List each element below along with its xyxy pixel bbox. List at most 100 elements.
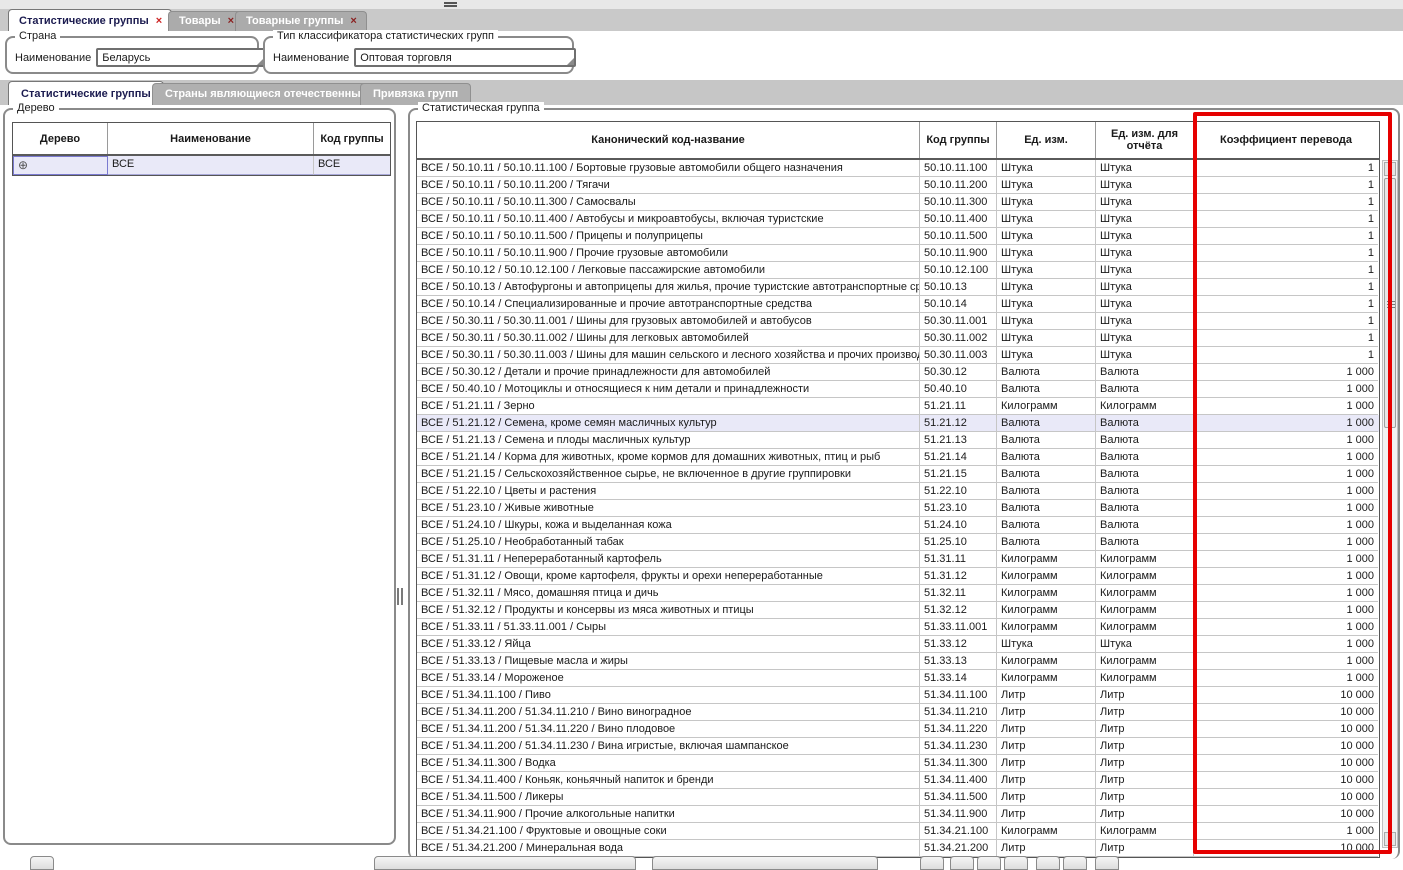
group-table-row[interactable]: ВСЕ / 51.21.12 / Семена, кроме семян мас…	[417, 415, 1379, 432]
group-cell-unit-report: Штука	[1096, 636, 1194, 653]
pager-page-button[interactable]	[977, 856, 1001, 870]
group-col-header-unit[interactable]: Ед. изм.	[997, 122, 1096, 158]
tab-goods[interactable]: Товары×	[168, 11, 244, 31]
group-cell-unit: Штука	[997, 228, 1096, 245]
group-table-row[interactable]: ВСЕ / 51.22.10 / Цветы и растения51.22.1…	[417, 483, 1379, 500]
group-table-row[interactable]: ВСЕ / 51.34.11.300 / Водка51.34.11.300Ли…	[417, 755, 1379, 772]
group-cell-coeff: 1 000	[1194, 534, 1378, 551]
tab-close-icon[interactable]: ×	[156, 15, 162, 27]
scroll-down-icon[interactable]: ▼	[1384, 832, 1396, 846]
tab-close-icon[interactable]: ×	[350, 15, 356, 27]
tree-action-button[interactable]	[652, 856, 878, 870]
group-table-row[interactable]: ВСЕ / 51.34.11.900 / Прочие алкогольные …	[417, 806, 1379, 823]
pager-next-button[interactable]	[1004, 856, 1028, 870]
subtab-domestic-countries[interactable]: Страны являющиеся отечественными	[152, 83, 389, 105]
group-table-row[interactable]: ВСЕ / 50.10.11 / 50.10.11.100 / Бортовые…	[417, 160, 1379, 177]
group-table-row[interactable]: ВСЕ / 50.30.11 / 50.30.11.003 / Шины для…	[417, 347, 1379, 364]
group-table-row[interactable]: ВСЕ / 50.10.11 / 50.10.11.200 / Тягачи50…	[417, 177, 1379, 194]
expand-node-icon[interactable]: ⊕	[18, 158, 28, 172]
group-table-row[interactable]: ВСЕ / 50.10.13 / Автофургоны и автоприце…	[417, 279, 1379, 296]
subtab-label: Привязка групп	[373, 88, 458, 100]
group-table-row[interactable]: ВСЕ / 50.10.12 / 50.10.12.100 / Легковые…	[417, 262, 1379, 279]
group-table-row[interactable]: ВСЕ / 50.10.11 / 50.10.11.300 / Самосвал…	[417, 194, 1379, 211]
group-cell-code: 51.34.21.200	[920, 840, 997, 857]
panel-splitter-handle[interactable]	[397, 588, 405, 605]
scrollbar-thumb[interactable]	[1384, 178, 1396, 428]
tree-col-header[interactable]: Код группы	[314, 123, 390, 154]
tree-col-header[interactable]: Наименование	[108, 123, 314, 154]
country-name-input[interactable]: Беларусь	[96, 48, 266, 67]
group-cell-unit-report: Штука	[1096, 160, 1194, 177]
group-table-row[interactable]: ВСЕ / 51.31.11 / Непереработанный картоф…	[417, 551, 1379, 568]
pager-prev-button[interactable]	[950, 856, 974, 870]
group-col-header-unit-report[interactable]: Ед. изм. для отчёта	[1096, 122, 1194, 158]
group-cell-coeff: 10 000	[1194, 772, 1378, 789]
group-table-row[interactable]: ВСЕ / 50.10.11 / 50.10.11.400 / Автобусы…	[417, 211, 1379, 228]
group-cell-code: 50.30.11.001	[920, 313, 997, 330]
tree-row[interactable]: ⊕ ВСЕ ВСЕ	[13, 156, 390, 175]
group-table-row[interactable]: ВСЕ / 51.34.21.100 / Фруктовые и овощные…	[417, 823, 1379, 840]
group-cell-unit-report: Килограмм	[1096, 602, 1194, 619]
group-table-row[interactable]: ВСЕ / 51.33.11 / 51.33.11.001 / Сыры51.3…	[417, 619, 1379, 636]
group-table-row[interactable]: ВСЕ / 51.24.10 / Шкуры, кожа и выделанна…	[417, 517, 1379, 534]
pager-first-button[interactable]	[920, 856, 944, 870]
group-table-row[interactable]: ВСЕ / 51.33.13 / Пищевые масла и жиры51.…	[417, 653, 1379, 670]
tab-label: Товарные группы	[246, 15, 343, 27]
group-col-header-name[interactable]: Канонический код-название	[417, 122, 920, 158]
group-table-row[interactable]: ВСЕ / 51.34.11.100 / Пиво51.34.11.100Лит…	[417, 687, 1379, 704]
classifier-name-input[interactable]: Оптовая торговля	[354, 48, 576, 67]
subtab-label: Страны являющиеся отечественными	[165, 88, 376, 100]
group-table-row[interactable]: ВСЕ / 50.40.10 / Мотоциклы и относящиеся…	[417, 381, 1379, 398]
group-table-row[interactable]: ВСЕ / 51.34.11.200 / 51.34.11.230 / Вина…	[417, 738, 1379, 755]
group-table-row[interactable]: ВСЕ / 50.30.11 / 50.30.11.002 / Шины для…	[417, 330, 1379, 347]
group-cell-coeff: 1 000	[1194, 823, 1378, 840]
pager-refresh-button[interactable]	[1063, 856, 1087, 870]
tree-col-header[interactable]: Дерево	[13, 123, 108, 154]
group-table-row[interactable]: ВСЕ / 50.30.11 / 50.30.11.001 / Шины для…	[417, 313, 1379, 330]
group-table-row[interactable]: ВСЕ / 51.32.12 / Продукты и консервы из …	[417, 602, 1379, 619]
group-table-row[interactable]: ВСЕ / 51.21.15 / Сельскохозяйственное сы…	[417, 466, 1379, 483]
tab-goods-groups[interactable]: Товарные группы ×	[235, 11, 367, 31]
group-table-row[interactable]: ВСЕ / 51.25.10 / Необработанный табак51.…	[417, 534, 1379, 551]
group-table-row[interactable]: ВСЕ / 50.10.11 / 50.10.11.900 / Прочие г…	[417, 245, 1379, 262]
tab-close-icon[interactable]: ×	[228, 15, 234, 27]
group-cell-coeff: 1 000	[1194, 415, 1378, 432]
group-cell-coeff: 10 000	[1194, 755, 1378, 772]
group-table-row[interactable]: ВСЕ / 51.33.14 / Мороженое51.33.14Килогр…	[417, 670, 1379, 687]
group-cell-code: 51.25.10	[920, 534, 997, 551]
group-cell-unit-report: Килограмм	[1096, 823, 1194, 840]
pager-button[interactable]	[1095, 856, 1119, 870]
group-table-row[interactable]: ВСЕ / 51.31.12 / Овощи, кроме картофеля,…	[417, 568, 1379, 585]
group-cell-unit-report: Валюта	[1096, 517, 1194, 534]
group-table-row[interactable]: ВСЕ / 51.34.11.200 / 51.34.11.210 / Вино…	[417, 704, 1379, 721]
group-table-row[interactable]: ВСЕ / 51.33.12 / Яйца51.33.12ШтукаШтука1…	[417, 636, 1379, 653]
tab-statistical-groups[interactable]: Статистические группы×	[8, 9, 172, 31]
group-table-row[interactable]: ВСЕ / 51.34.11.200 / 51.34.11.220 / Вино…	[417, 721, 1379, 738]
group-cell-unit: Валюта	[997, 483, 1096, 500]
tree-toolbar-button[interactable]	[30, 856, 54, 870]
group-table-row[interactable]: ВСЕ / 51.34.11.400 / Коньяк, коньячный н…	[417, 772, 1379, 789]
pager-last-button[interactable]	[1036, 856, 1060, 870]
group-cell-coeff: 1	[1194, 211, 1378, 228]
group-table-row[interactable]: ВСЕ / 51.21.14 / Корма для животных, кро…	[417, 449, 1379, 466]
scroll-up-icon[interactable]: ▲	[1384, 162, 1396, 176]
group-table-row[interactable]: ВСЕ / 51.32.11 / Мясо, домашняя птица и …	[417, 585, 1379, 602]
group-table-row[interactable]: ВСЕ / 51.21.11 / Зерно51.21.11КилограммК…	[417, 398, 1379, 415]
group-table-scrollbar[interactable]: ▲ ▼	[1382, 160, 1398, 848]
group-cell-unit-report: Штука	[1096, 347, 1194, 364]
group-table-row[interactable]: ВСЕ / 51.23.10 / Живые животные51.23.10В…	[417, 500, 1379, 517]
collapse-grip-icon[interactable]	[444, 2, 457, 7]
combo-corner-icon	[567, 58, 574, 65]
group-cell-unit: Штука	[997, 296, 1096, 313]
group-table-row[interactable]: ВСЕ / 50.10.14 / Специализированные и пр…	[417, 296, 1379, 313]
group-table-row[interactable]: ВСЕ / 51.34.11.500 / Ликеры51.34.11.500Л…	[417, 789, 1379, 806]
group-table-row[interactable]: ВСЕ / 50.10.11 / 50.10.11.500 / Прицепы …	[417, 228, 1379, 245]
group-col-header-code[interactable]: Код группы	[920, 122, 997, 158]
tree-action-button[interactable]	[374, 856, 636, 870]
main-tab-bar: Статистические группы× Товары× Товарные …	[0, 9, 1403, 31]
group-cell-unit-report: Килограмм	[1096, 568, 1194, 585]
group-table-row[interactable]: ВСЕ / 51.21.13 / Семена и плоды масличны…	[417, 432, 1379, 449]
group-table-row[interactable]: ВСЕ / 51.34.21.200 / Минеральная вода51.…	[417, 840, 1379, 857]
group-col-header-coeff[interactable]: Коэффициент перевода	[1194, 122, 1378, 158]
group-table-row[interactable]: ВСЕ / 50.30.12 / Детали и прочие принадл…	[417, 364, 1379, 381]
